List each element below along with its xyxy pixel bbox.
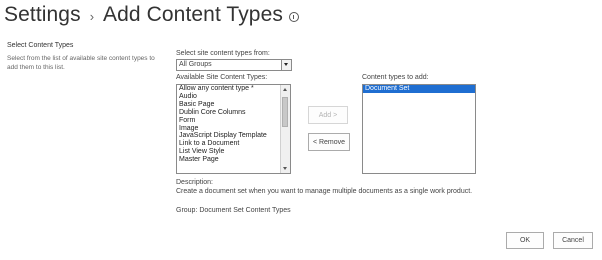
list-item[interactable]: JavaScript Display Template	[177, 132, 290, 140]
to-add-list-label: Content types to add:	[362, 74, 429, 81]
description-text: Create a document set when you want to m…	[176, 188, 473, 195]
vertical-scrollbar[interactable]	[280, 85, 290, 173]
content-type-description: Description: Create a document set when …	[176, 178, 472, 196]
page-title-bar: Settings › Add Content Types	[4, 0, 299, 30]
ok-button[interactable]: OK	[506, 232, 544, 249]
scroll-thumb[interactable]	[282, 97, 288, 127]
list-item[interactable]: Master Page	[177, 156, 290, 164]
list-item[interactable]: Audio	[177, 93, 290, 101]
scroll-up-arrow-icon[interactable]	[281, 85, 290, 94]
available-content-types-list[interactable]: Allow any content type * Audio Basic Pag…	[176, 84, 291, 174]
list-item[interactable]: Form	[177, 117, 290, 125]
section-heading: Select Content Types	[7, 42, 74, 49]
list-item[interactable]: Link to a Document	[177, 140, 290, 148]
content-type-group-select[interactable]: All Groups	[176, 59, 292, 71]
cancel-button[interactable]: Cancel	[553, 232, 593, 249]
select-value: All Groups	[179, 61, 212, 68]
content-type-filter-label: Select site content types from:	[176, 50, 270, 57]
info-icon[interactable]	[288, 12, 299, 22]
page-title: Add Content Types	[103, 3, 283, 26]
description-label: Description:	[176, 179, 213, 186]
content-types-to-add-list[interactable]: Document Set	[362, 84, 476, 174]
scroll-down-arrow-icon[interactable]	[281, 164, 290, 173]
breadcrumb-separator: ›	[89, 9, 95, 24]
list-item[interactable]: Dublin Core Columns	[177, 109, 290, 117]
content-type-group-info: Group: Document Set Content Types	[176, 207, 291, 214]
add-button[interactable]: Add >	[308, 106, 348, 124]
dropdown-arrow-icon[interactable]	[281, 60, 291, 70]
remove-button[interactable]: < Remove	[308, 133, 350, 151]
section-description: Select from the list of available site c…	[7, 55, 155, 71]
list-item[interactable]: Allow any content type *	[177, 85, 290, 93]
list-item-selected[interactable]: Document Set	[363, 85, 475, 93]
list-item[interactable]: List View Style	[177, 148, 290, 156]
available-list-label: Available Site Content Types:	[176, 74, 268, 81]
breadcrumb-settings-link[interactable]: Settings	[4, 3, 81, 27]
list-item[interactable]: Basic Page	[177, 101, 290, 109]
list-item[interactable]: Image	[177, 125, 290, 133]
